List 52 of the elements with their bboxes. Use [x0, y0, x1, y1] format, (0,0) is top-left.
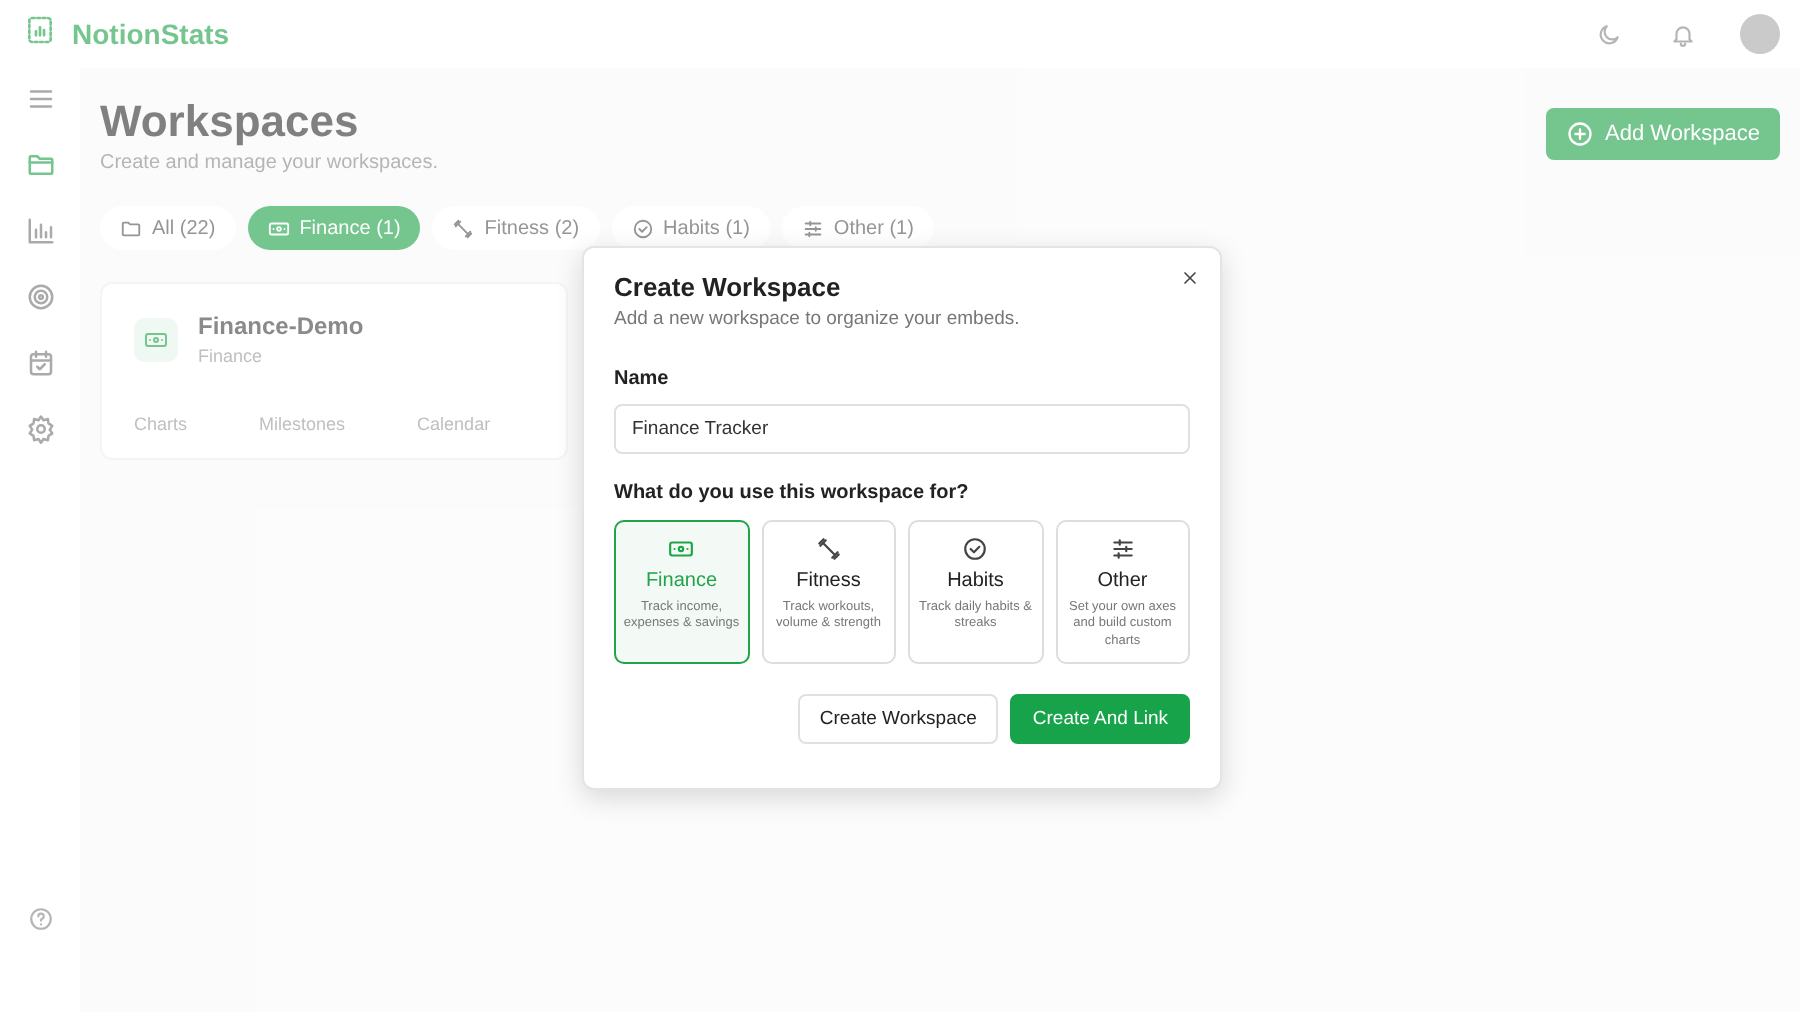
add-workspace-button[interactable]: Add Workspace [1545, 108, 1780, 160]
moon-icon [1596, 21, 1622, 47]
dumbbell-icon [452, 217, 475, 239]
folder-icon [25, 150, 55, 180]
close-icon [1180, 268, 1200, 288]
workspace-link[interactable]: Calendar [417, 414, 491, 434]
workspace-link[interactable]: Charts [134, 414, 188, 434]
sidebar-item[interactable] [25, 216, 55, 246]
avatar[interactable] [1740, 14, 1780, 54]
sidebar-item[interactable] [25, 84, 55, 114]
check-circle-icon [631, 217, 654, 239]
workspace-name: Finance-Demo [198, 312, 364, 340]
bell-icon [1670, 21, 1696, 47]
create-workspace-button[interactable]: Create Workspace [797, 694, 999, 744]
option-label: Fitness [796, 570, 861, 592]
workspace-link[interactable]: Milestones [259, 414, 346, 434]
filter-chip[interactable]: Finance (1) [247, 206, 421, 250]
folder-icon [120, 217, 142, 239]
calendar-check-icon [25, 348, 55, 378]
banknote-icon [144, 327, 168, 351]
workspace-card[interactable]: Finance-Demo Finance Charts Milestones Calendar [100, 282, 568, 460]
help-icon [27, 906, 53, 932]
brand-name: NotionStats [72, 18, 230, 50]
purpose-question: What do you use this workspace for? [614, 482, 971, 504]
option-label: Finance [645, 570, 718, 592]
dialog-subtitle: Add a new workspace to organize your embeds. [614, 308, 1022, 330]
dumbbell-icon [815, 536, 842, 562]
settings-icon [25, 414, 55, 444]
name-input-field[interactable]: Finance Tracker [614, 404, 1190, 454]
workspace-category: Finance [198, 346, 265, 366]
banknote-icon [668, 536, 695, 562]
dialog-title: Create Workspace [614, 272, 843, 302]
sliders-icon [1109, 536, 1136, 562]
page-title: Workspaces [100, 96, 361, 148]
create-and-link-button[interactable]: Create And Link [1010, 694, 1190, 744]
sidebar-item[interactable] [25, 348, 55, 378]
menu-icon [25, 84, 55, 114]
logo-icon [24, 13, 56, 45]
sliders-icon [801, 217, 824, 239]
banknote-icon [267, 217, 290, 239]
option-label: Other [1097, 570, 1148, 592]
plus-circle-icon [1565, 120, 1594, 148]
check-circle-icon [962, 536, 989, 562]
option-label: Habits [947, 570, 1004, 592]
target-icon [25, 282, 55, 312]
sidebar-item[interactable] [25, 150, 55, 180]
name-label: Name [614, 368, 671, 390]
page-subtitle: Create and manage your workspaces. [100, 152, 438, 174]
filter-chip[interactable]: All (22) [100, 206, 236, 250]
sidebar-item[interactable] [25, 282, 55, 312]
sidebar-item[interactable] [25, 414, 55, 444]
bar-chart-icon [25, 216, 55, 246]
